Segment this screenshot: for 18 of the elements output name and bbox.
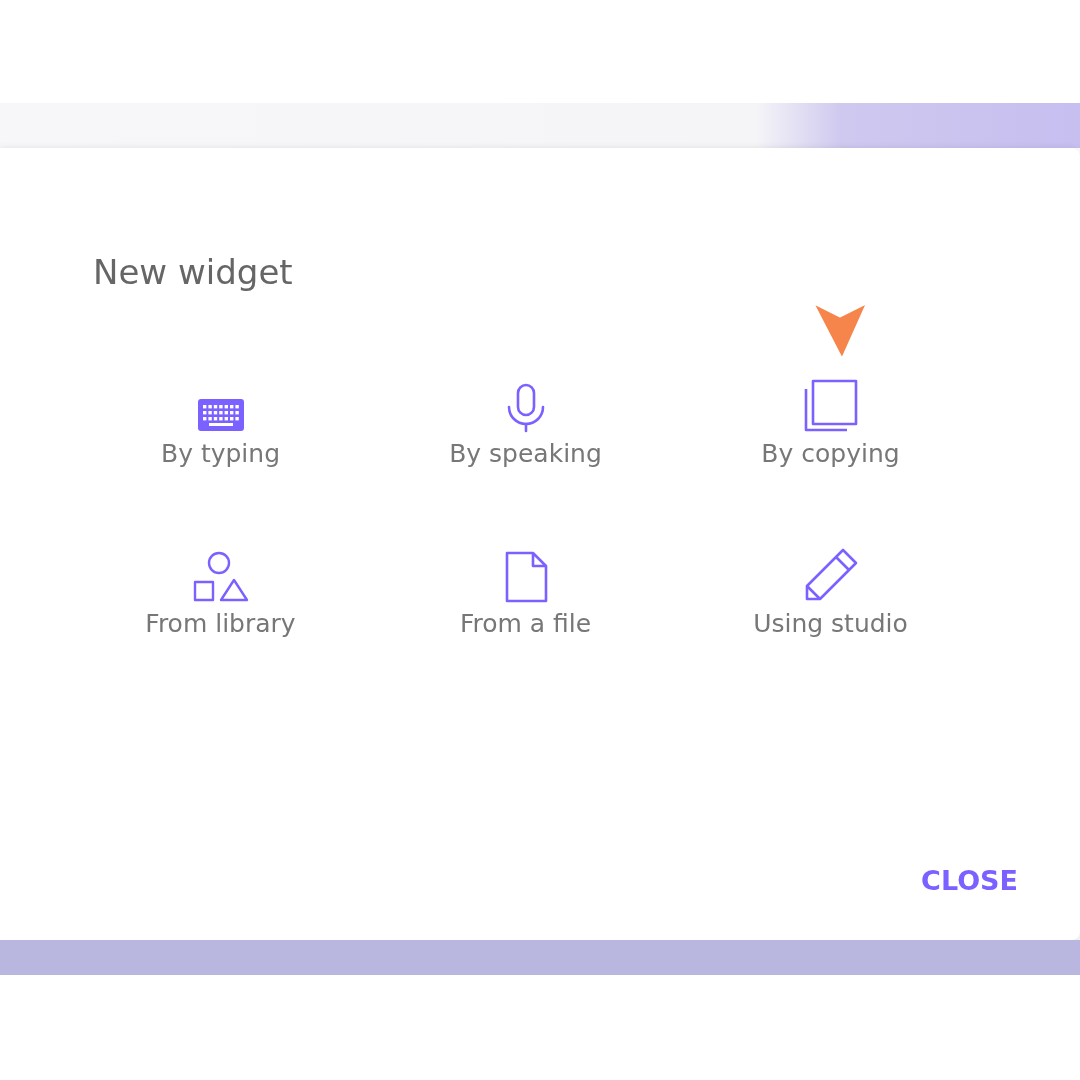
option-label: From library — [145, 609, 296, 638]
widget-option[interactable]: From a file — [373, 520, 678, 638]
copy-icon — [802, 379, 859, 433]
shapes-icon — [192, 551, 249, 603]
keyboard-icon — [195, 397, 246, 433]
widget-option[interactable]: From library — [68, 520, 373, 638]
close-button[interactable]: CLOSE — [921, 861, 1018, 900]
file-icon — [503, 551, 548, 603]
widget-option[interactable]: By speaking — [373, 350, 678, 468]
option-label: By typing — [161, 439, 280, 468]
widget-option[interactable]: Using studio — [678, 520, 983, 638]
option-label: By copying — [761, 439, 900, 468]
option-label: Using studio — [753, 609, 908, 638]
option-label: By speaking — [449, 439, 602, 468]
widget-option[interactable]: By typing — [68, 350, 373, 468]
dialog-title: New widget — [93, 252, 294, 294]
option-label: From a file — [459, 609, 592, 638]
widget-option[interactable]: By copying — [678, 350, 983, 468]
